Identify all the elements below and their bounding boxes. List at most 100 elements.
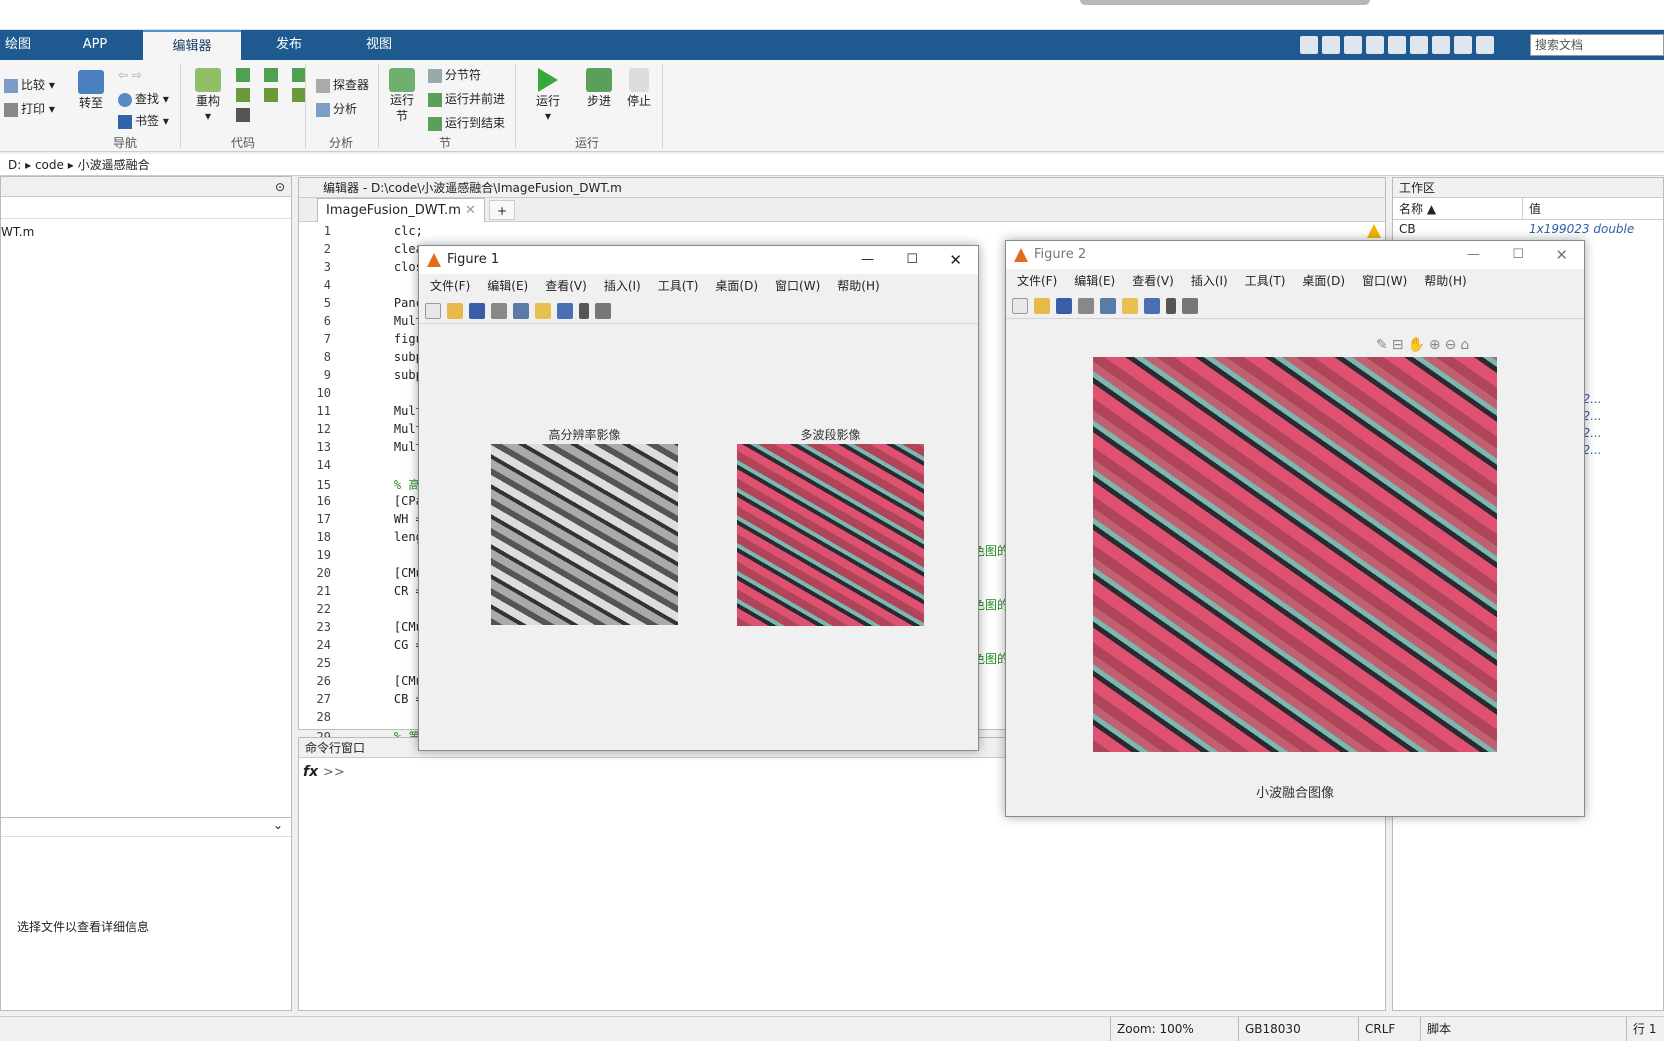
menu-item[interactable]: 文件(F): [430, 279, 470, 293]
tab-publish[interactable]: 发布: [250, 30, 328, 60]
bookmark-button[interactable]: 书签 ▾: [118, 112, 169, 129]
tab-app[interactable]: APP: [60, 30, 130, 60]
col-value[interactable]: 值: [1523, 198, 1541, 219]
figure2-titlebar[interactable]: Figure 2 — ☐ ✕: [1006, 241, 1584, 269]
paste-icon[interactable]: [1366, 36, 1384, 54]
menu-item[interactable]: 文件(F): [1017, 274, 1057, 288]
search-input[interactable]: 搜索文档: [1530, 34, 1664, 56]
code-line[interactable]: 1 clc;: [299, 224, 899, 238]
redo-icon[interactable]: [1410, 36, 1428, 54]
warning-icon[interactable]: [1367, 224, 1381, 238]
print-icon[interactable]: [1078, 297, 1094, 314]
property-icon[interactable]: [1182, 297, 1198, 314]
run-button[interactable]: 运行 ▾: [536, 68, 560, 123]
undo-icon[interactable]: [1388, 36, 1406, 54]
refactor-button[interactable]: 重构 ▾: [195, 68, 221, 123]
minimize-icon[interactable]: —: [1467, 241, 1480, 269]
breadcrumb[interactable]: D: ▸ code ▸ 小波遥感融合: [0, 154, 1664, 176]
menu-item[interactable]: 工具(T): [658, 279, 699, 293]
stop-button[interactable]: 停止: [627, 68, 651, 109]
file-item[interactable]: WT.m: [1, 219, 291, 239]
minimize-icon[interactable]: —: [861, 246, 874, 274]
breadcrumb-drive[interactable]: D:: [8, 158, 21, 172]
maximize-icon[interactable]: ☐: [1512, 241, 1524, 269]
indent-icon[interactable]: [236, 88, 250, 102]
tab-view[interactable]: 视图: [338, 30, 420, 60]
home-icon[interactable]: ⌂: [1460, 337, 1469, 353]
section-break-button[interactable]: 分节符: [428, 66, 481, 83]
figure1-titlebar[interactable]: Figure 1 — ☐ ✕: [419, 246, 978, 274]
save-icon[interactable]: [1056, 297, 1072, 314]
menu-item[interactable]: 窗口(W): [775, 279, 820, 293]
run-advance-button[interactable]: 运行并前进: [428, 90, 505, 107]
increase-indent-icon[interactable]: [264, 88, 278, 102]
cursor-icon[interactable]: [1166, 297, 1176, 314]
run-section-button[interactable]: 运行 节: [388, 68, 416, 124]
workspace-row[interactable]: CB 1x199023 double: [1393, 220, 1634, 237]
goto-button[interactable]: 转至: [78, 70, 104, 111]
menu-item[interactable]: 桌面(D): [1302, 274, 1345, 288]
maximize-icon[interactable]: ☐: [906, 246, 918, 274]
tab-plots[interactable]: 绘图: [0, 30, 36, 60]
menu-item[interactable]: 编辑(E): [487, 279, 528, 293]
print-icon[interactable]: [491, 302, 507, 319]
datatip-icon[interactable]: ⊟: [1392, 337, 1404, 353]
cut-icon[interactable]: [1322, 36, 1340, 54]
col-name[interactable]: 名称 ▲: [1393, 198, 1523, 219]
menu-item[interactable]: 桌面(D): [715, 279, 758, 293]
link-icon[interactable]: [513, 302, 529, 319]
options-icon[interactable]: [1476, 36, 1494, 54]
menu-item[interactable]: 插入(I): [604, 279, 641, 293]
menu-item[interactable]: 查看(V): [545, 279, 587, 293]
menu-item[interactable]: 查看(V): [1132, 274, 1174, 288]
colorbar-icon[interactable]: [535, 302, 551, 319]
menu-item[interactable]: 插入(I): [1191, 274, 1228, 288]
tab-editor[interactable]: 编辑器: [143, 30, 241, 60]
copy-icon[interactable]: [1344, 36, 1362, 54]
breadcrumb-folder[interactable]: code: [35, 158, 64, 172]
find-button[interactable]: 查找 ▾: [118, 90, 169, 107]
save-icon[interactable]: [1300, 36, 1318, 54]
command-prompt[interactable]: >>: [323, 765, 345, 780]
uncomment-icon[interactable]: [264, 68, 278, 82]
zoom-out-icon[interactable]: ⊖: [1445, 337, 1457, 353]
compare-button[interactable]: 比较 ▾: [4, 76, 55, 93]
decrease-indent-icon[interactable]: [292, 88, 306, 102]
open-icon[interactable]: [1034, 297, 1050, 314]
save-icon[interactable]: [469, 302, 485, 319]
new-icon[interactable]: [1012, 297, 1028, 314]
cursor-icon[interactable]: [579, 302, 589, 319]
menu-item[interactable]: 帮助(H): [837, 279, 879, 293]
menu-item[interactable]: 编辑(E): [1074, 274, 1115, 288]
run-to-end-button[interactable]: 运行到结束: [428, 114, 505, 131]
menu-item[interactable]: 窗口(W): [1362, 274, 1407, 288]
switch-window-icon[interactable]: [1432, 36, 1450, 54]
close-icon[interactable]: ✕: [949, 246, 962, 274]
menu-item[interactable]: 工具(T): [1245, 274, 1286, 288]
legend-icon[interactable]: [557, 302, 573, 319]
back-forward-icon[interactable]: ⇦ ⇨: [118, 68, 142, 82]
wrap-comment-icon[interactable]: [292, 68, 306, 82]
link-icon[interactable]: [1100, 297, 1116, 314]
file-tab[interactable]: ImageFusion_DWT.m ✕: [317, 198, 485, 222]
explorer-button[interactable]: 探查器: [316, 76, 369, 93]
function-icon[interactable]: [236, 108, 250, 122]
new-icon[interactable]: [425, 302, 441, 319]
zoom-in-icon[interactable]: ⊕: [1429, 337, 1441, 353]
comment-icon[interactable]: [236, 68, 250, 82]
open-icon[interactable]: [447, 302, 463, 319]
chevron-down-icon[interactable]: ⌄: [1, 817, 291, 837]
property-icon[interactable]: [595, 302, 611, 319]
colorbar-icon[interactable]: [1122, 297, 1138, 314]
print-button[interactable]: 打印 ▾: [4, 100, 55, 117]
panel-menu-icon[interactable]: ⊙: [1, 177, 291, 197]
legend-icon[interactable]: [1144, 297, 1160, 314]
brush-icon[interactable]: ✎: [1376, 337, 1388, 353]
pan-icon[interactable]: ✋: [1407, 337, 1424, 353]
help-icon[interactable]: [1454, 36, 1472, 54]
menu-item[interactable]: 帮助(H): [1424, 274, 1466, 288]
analyze-button[interactable]: 分析: [316, 100, 357, 117]
add-tab-button[interactable]: +: [489, 200, 515, 220]
close-icon[interactable]: ✕: [465, 203, 476, 218]
step-button[interactable]: 步进: [586, 68, 612, 109]
